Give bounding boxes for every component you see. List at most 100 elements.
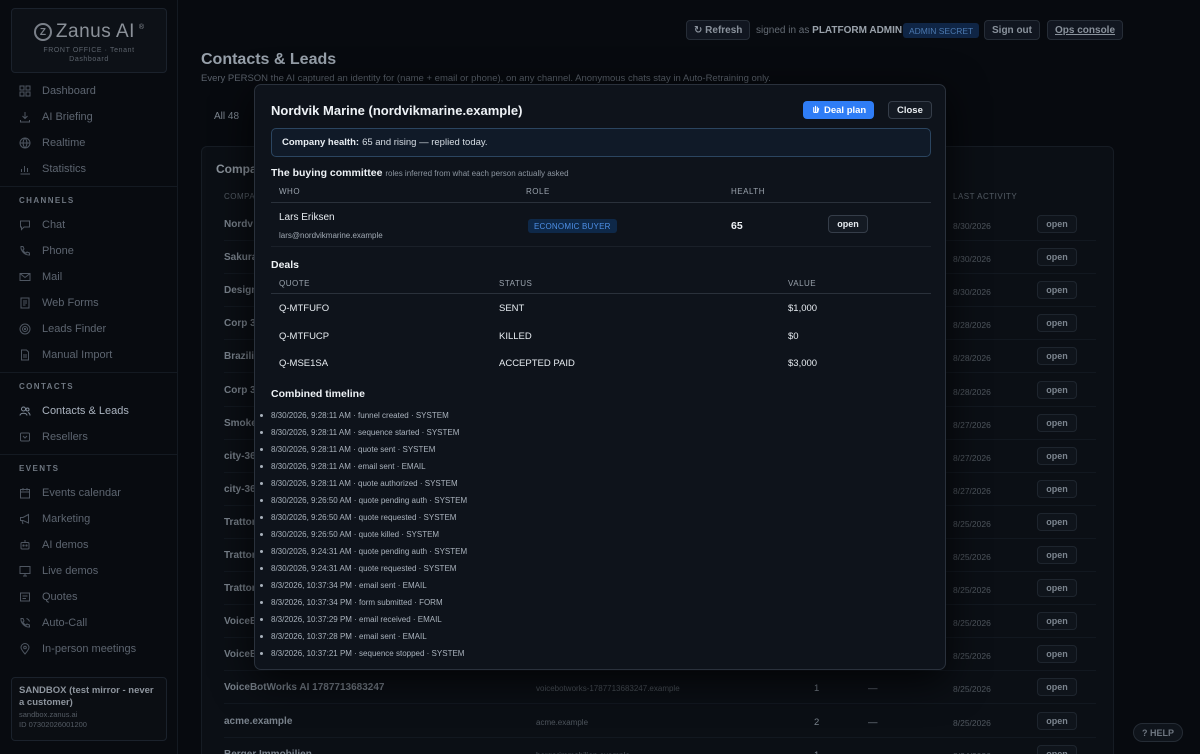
company-row[interactable]: Berger Immobilien bergerimmobilien.exampl… xyxy=(224,738,1096,754)
sign-out-button[interactable]: Sign out xyxy=(984,20,1040,40)
deal-plan-label: Deal plan xyxy=(824,104,867,116)
sidebar-item-quotes[interactable]: Quotes xyxy=(0,584,178,610)
sidebar-item-label: Manual Import xyxy=(42,349,113,361)
ops-console-button[interactable]: Ops console xyxy=(1047,20,1124,40)
sidebar-item-live-demos[interactable]: Live demos xyxy=(0,558,178,584)
company-domain: acme.example xyxy=(536,717,589,727)
company-open-button[interactable]: open xyxy=(1037,446,1077,465)
deals-header-divider xyxy=(271,293,931,294)
company-name: city-36 xyxy=(224,483,256,495)
timeline-item: 8/3/2026, 10:37:21 PM · sequence stopped… xyxy=(259,645,467,662)
deal-status: ACCEPTED PAID xyxy=(499,358,575,369)
company-last-activity: 8/27/2026 xyxy=(953,419,991,430)
refresh-button[interactable]: ↻ Refresh xyxy=(686,20,751,40)
company-open-button[interactable]: open xyxy=(1037,248,1077,267)
timeline-item: 8/3/2026, 10:37:34 PM · form submitted ·… xyxy=(259,594,467,611)
company-name: Trattor xyxy=(224,550,256,561)
company-open-button[interactable]: open xyxy=(1037,512,1077,531)
company-open-button[interactable]: open xyxy=(1037,744,1077,754)
company-last-activity: 8/25/2026 xyxy=(953,552,991,562)
sidebar-item-chat[interactable]: Chat xyxy=(0,212,178,238)
signed-in-role: PLATFORM ADMIN xyxy=(812,25,903,36)
brand-subtitle-2: Dashboard xyxy=(69,56,109,63)
committee-title: The buying committee xyxy=(271,167,383,179)
company-last-activity: 8/25/2026 xyxy=(953,717,991,728)
company-open-button[interactable]: open xyxy=(1037,215,1077,233)
committee-open-button[interactable]: open xyxy=(828,215,868,233)
deal-status: KILLED xyxy=(499,330,532,342)
company-open-button[interactable]: open xyxy=(1037,281,1077,300)
company-open-button[interactable]: open xyxy=(1037,612,1077,631)
sidebar-item-ai-demos[interactable]: AI demos xyxy=(0,532,178,558)
screen-icon xyxy=(19,565,31,577)
company-open-button[interactable]: open xyxy=(1037,579,1077,598)
company-open-button[interactable]: open xyxy=(1037,645,1077,664)
company-health-label: Company health: xyxy=(282,137,360,148)
company-open-button[interactable]: open xyxy=(1037,413,1077,432)
timeline-item: 8/30/2026, 9:28:11 AM · quote authorized… xyxy=(259,475,467,492)
sidebar-item-label: Mail xyxy=(42,271,63,283)
sidebar-section-events: EVENTS xyxy=(0,454,178,480)
brand-subtitle: FRONT OFFICE · Tenant xyxy=(43,47,135,54)
deal-quote[interactable]: Q-MSE1SA xyxy=(279,358,328,369)
timeline-item: 8/30/2026, 9:24:31 AM · quote pending au… xyxy=(259,543,467,560)
company-health-banner: Company health: 65 and rising — replied … xyxy=(271,128,931,157)
sidebar-item-web-forms[interactable]: Web Forms xyxy=(0,290,178,316)
sidebar-item-label: Leads Finder xyxy=(42,323,107,335)
committee-heading: The buying committee roles inferred from… xyxy=(271,167,569,179)
timeline-item: 8/30/2026, 9:28:11 AM · sequence started… xyxy=(259,424,467,441)
company-open-button[interactable]: open xyxy=(1037,479,1077,498)
sidebar-item-phone[interactable]: Phone xyxy=(0,238,178,264)
sidebar-item-dashboard[interactable]: Dashboard xyxy=(0,78,178,104)
deal-plan-button[interactable]: Deal plan xyxy=(803,101,875,119)
help-button[interactable]: ? HELP xyxy=(1133,723,1184,742)
sidebar-item-mail[interactable]: Mail xyxy=(0,264,178,290)
deal-quote[interactable]: Q-MTFUFO xyxy=(279,303,329,314)
company-name: Sakura xyxy=(224,252,258,264)
sidebar-item-auto-call[interactable]: Auto-Call xyxy=(0,610,178,636)
company-open-button[interactable]: open xyxy=(1037,314,1077,333)
sidebar-item-label: Chat xyxy=(42,219,66,231)
company-domain: voicebotworks-1787713683247.example xyxy=(536,684,680,694)
company-last-activity: 8/25/2026 xyxy=(953,684,991,695)
company-row[interactable]: VoiceBotWorks AI 1787713683247 voicebotwo… xyxy=(224,671,1096,705)
sandbox-info: SANDBOX (test mirror - never a customer)… xyxy=(11,677,167,741)
company-open-button[interactable]: open xyxy=(1037,380,1077,399)
globe-icon xyxy=(19,137,31,149)
reseller-icon xyxy=(19,431,31,443)
timeline-item: 8/30/2026, 9:24:31 AM · quote requested … xyxy=(259,560,467,577)
phone-call-icon xyxy=(19,617,31,629)
deal-value: $3,000 xyxy=(788,358,818,369)
committee-subtitle: roles inferred from what each person act… xyxy=(385,169,569,178)
sidebar-item-ai-briefing[interactable]: AI Briefing xyxy=(0,104,178,130)
company-open-button[interactable]: open xyxy=(1037,711,1077,730)
sidebar-item-label: Phone xyxy=(42,245,74,257)
company-name: acme.example xyxy=(224,715,293,727)
brand-logo[interactable]: Z Zanus AI ® FRONT OFFICE · Tenant Dashb… xyxy=(11,8,167,73)
sidebar-item-realtime[interactable]: Realtime xyxy=(0,130,178,156)
bar-chart-icon xyxy=(19,163,31,175)
sidebar-item-statistics[interactable]: Statistics xyxy=(0,156,178,182)
sidebar-item-events-calendar[interactable]: Events calendar xyxy=(0,480,178,506)
tab-all[interactable]: All 48 xyxy=(214,111,239,122)
sidebar-item-contacts-leads[interactable]: Contacts & Leads xyxy=(0,398,178,424)
close-button[interactable]: Close xyxy=(888,101,932,119)
company-row[interactable]: acme.example acme.example 2 — 8/25/2026 open xyxy=(224,705,1096,738)
phone-icon xyxy=(19,245,31,257)
sidebar-item-resellers[interactable]: Resellers xyxy=(0,424,178,450)
sidebar: Z Zanus AI ® FRONT OFFICE · Tenant Dashb… xyxy=(0,0,178,754)
sidebar-item-label: Statistics xyxy=(42,163,87,175)
sidebar-item-in-person-meetings[interactable]: In-person meetings xyxy=(0,636,178,662)
sidebar-item-marketing[interactable]: Marketing xyxy=(0,506,178,532)
deal-quote[interactable]: Q-MTFUCP xyxy=(279,331,329,342)
company-open-button[interactable]: open xyxy=(1037,546,1077,564)
sidebar-item-label: Realtime xyxy=(42,137,86,149)
company-open-button[interactable]: open xyxy=(1037,347,1077,366)
company-last-activity: 8/25/2026 xyxy=(953,585,991,596)
sidebar-item-manual-import[interactable]: Manual Import xyxy=(0,342,178,368)
sidebar-item-leads-finder[interactable]: Leads Finder xyxy=(0,316,178,342)
company-open-button[interactable]: open xyxy=(1037,678,1077,697)
committee-row-divider xyxy=(271,246,931,247)
deals-header-status: STATUS xyxy=(499,279,533,288)
sidebar-item-label: Live demos xyxy=(42,565,99,577)
